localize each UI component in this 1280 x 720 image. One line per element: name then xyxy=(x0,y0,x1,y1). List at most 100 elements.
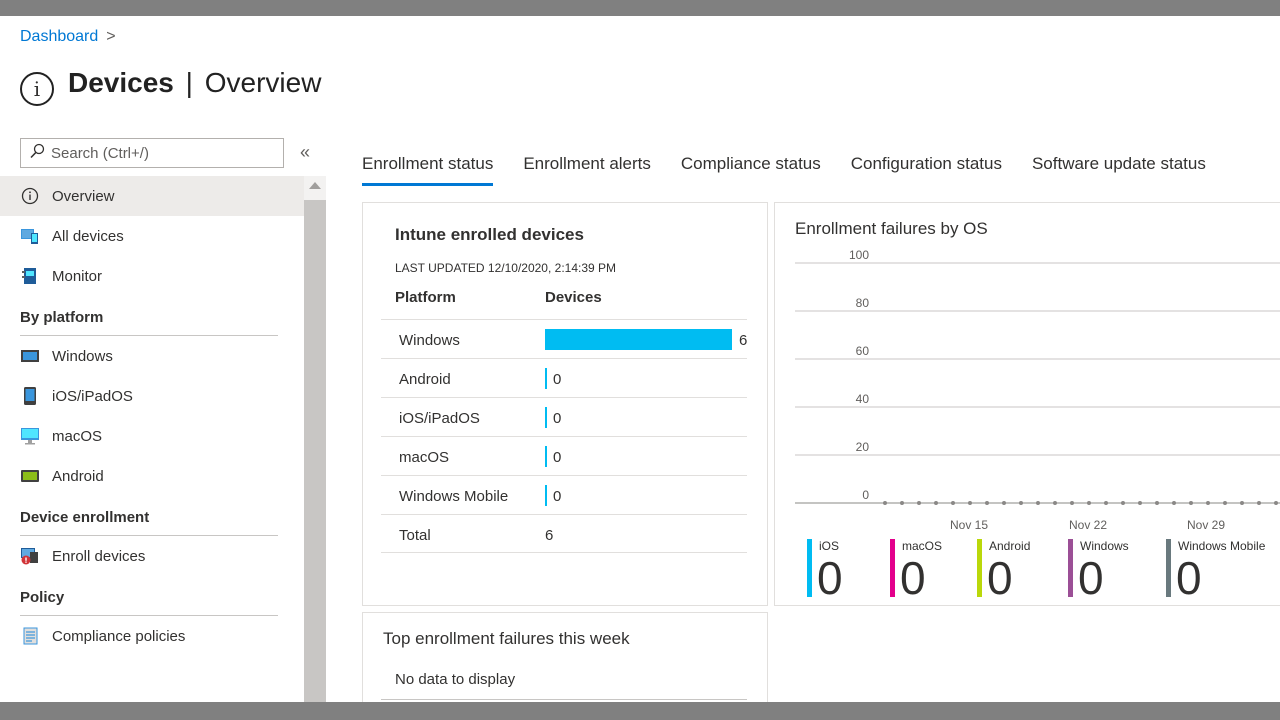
data-point[interactable] xyxy=(1206,501,1210,505)
sidebar-scrollbar-thumb[interactable] xyxy=(304,200,326,702)
monitor-icon xyxy=(20,267,40,285)
data-point[interactable] xyxy=(1189,501,1193,505)
search-input[interactable]: Search (Ctrl+/) xyxy=(20,138,284,168)
data-point[interactable] xyxy=(951,501,955,505)
sidebar-item-android[interactable]: Android xyxy=(0,456,304,496)
legend-series-total: 0 xyxy=(900,552,926,604)
data-point[interactable] xyxy=(1070,501,1074,505)
data-point[interactable] xyxy=(1121,501,1125,505)
page-title-sub: Overview xyxy=(204,67,322,98)
data-point[interactable] xyxy=(1002,501,1006,505)
tab-configuration-status[interactable]: Configuration status xyxy=(851,154,1002,186)
device-count: 0 xyxy=(553,449,562,466)
sidebar-item-macos[interactable]: macOS xyxy=(0,416,304,456)
sidebar-item-windows[interactable]: Windows xyxy=(0,336,304,376)
data-point[interactable] xyxy=(968,501,972,505)
data-point[interactable] xyxy=(1019,501,1023,505)
intune-enrolled-devices-card[interactable]: Intune enrolled devices LAST UPDATED 12/… xyxy=(362,202,768,606)
page-header: i Devices | Overview xyxy=(20,60,321,106)
data-point[interactable] xyxy=(917,501,921,505)
tab-bar: Enrollment status Enrollment alerts Comp… xyxy=(362,154,1206,186)
page-title: Devices | Overview xyxy=(68,67,321,99)
macos-device-icon xyxy=(20,427,40,445)
data-point[interactable] xyxy=(1104,501,1108,505)
table-row-total: Total 6 xyxy=(381,514,747,553)
data-point[interactable] xyxy=(1155,501,1159,505)
section-heading-policy: Policy xyxy=(0,576,304,616)
table-row: macOS 0 xyxy=(381,436,747,475)
divider xyxy=(381,699,747,700)
y-tick-label: 0 xyxy=(862,488,869,502)
sidebar-item-overview[interactable]: Overview xyxy=(0,176,304,216)
ios-device-icon xyxy=(20,387,40,405)
x-tick-label: Nov 29 xyxy=(1187,518,1225,532)
sidebar: Overview All devices Monitor By platform… xyxy=(0,176,304,702)
legend-series-name: Windows Mobile xyxy=(1178,539,1266,553)
device-count: 0 xyxy=(553,488,562,505)
data-point[interactable] xyxy=(934,501,938,505)
sidebar-item-compliance-policies[interactable]: Compliance policies xyxy=(0,616,304,656)
device-count-bar xyxy=(545,368,547,389)
data-point[interactable] xyxy=(1087,501,1091,505)
search-icon xyxy=(29,143,45,163)
device-count: 0 xyxy=(553,410,562,427)
sidebar-item-all-devices[interactable]: All devices xyxy=(0,216,304,256)
total-label: Total xyxy=(399,527,431,544)
legend-color-bar xyxy=(807,539,812,597)
tab-enrollment-alerts[interactable]: Enrollment alerts xyxy=(523,154,651,186)
compliance-policies-icon xyxy=(20,627,40,645)
data-point[interactable] xyxy=(1053,501,1057,505)
sidebar-item-ios[interactable]: iOS/iPadOS xyxy=(0,376,304,416)
no-data-text: No data to display xyxy=(395,671,516,688)
tab-compliance-status[interactable]: Compliance status xyxy=(681,154,821,186)
table-row: Windows 6 xyxy=(381,319,747,358)
android-device-icon xyxy=(20,467,40,485)
last-updated-text: LAST UPDATED 12/10/2020, 2:14:39 PM xyxy=(395,261,617,275)
column-header-platform: Platform xyxy=(395,289,456,306)
data-point[interactable] xyxy=(1223,501,1227,505)
legend-color-bar xyxy=(977,539,982,597)
scroll-up-arrow-icon[interactable] xyxy=(309,182,321,189)
enrollment-failures-chart-card[interactable]: Enrollment failures by OS 0 20 40 60 80 100 No… xyxy=(774,202,1280,606)
y-tick-label: 80 xyxy=(856,296,870,310)
data-point[interactable] xyxy=(1240,501,1244,505)
column-header-devices: Devices xyxy=(545,289,602,306)
platform-name: macOS xyxy=(399,449,450,466)
y-tick-label: 40 xyxy=(856,392,870,406)
legend-color-bar xyxy=(1166,539,1171,597)
data-point[interactable] xyxy=(883,501,887,505)
device-count: 0 xyxy=(553,371,562,388)
sidebar-item-label: Monitor xyxy=(52,267,103,285)
device-count-bar xyxy=(545,446,547,467)
device-count-bar xyxy=(545,329,732,350)
collapse-sidebar-icon[interactable]: « xyxy=(300,142,310,163)
data-point[interactable] xyxy=(1172,501,1176,505)
search-placeholder: Search (Ctrl+/) xyxy=(51,144,149,162)
page: Dashboard > i Devices | Overview Search … xyxy=(0,16,1280,702)
card-title: Top enrollment failures this week xyxy=(383,629,630,648)
data-point[interactable] xyxy=(1274,501,1278,505)
sidebar-item-enroll-devices[interactable]: Enroll devices xyxy=(0,536,304,576)
tab-software-update-status[interactable]: Software update status xyxy=(1032,154,1206,186)
enroll-devices-icon xyxy=(20,547,40,565)
legend-color-bar xyxy=(1068,539,1073,597)
legend-series-name: macOS xyxy=(902,539,943,553)
tab-enrollment-status[interactable]: Enrollment status xyxy=(362,154,494,186)
data-point[interactable] xyxy=(1257,501,1261,505)
total-value: 6 xyxy=(545,527,554,544)
all-devices-icon xyxy=(20,227,40,245)
sidebar-item-monitor[interactable]: Monitor xyxy=(0,256,304,296)
data-point[interactable] xyxy=(1138,501,1142,505)
table-row: Android 0 xyxy=(381,358,747,397)
data-point[interactable] xyxy=(985,501,989,505)
top-enrollment-failures-card[interactable]: Top enrollment failures this week No dat… xyxy=(362,612,768,702)
data-point[interactable] xyxy=(1036,501,1040,505)
legend-series-total: 0 xyxy=(817,552,843,604)
data-point[interactable] xyxy=(900,501,904,505)
breadcrumb: Dashboard > xyxy=(20,28,116,46)
legend-series-total: 0 xyxy=(987,552,1013,604)
section-heading-by-platform: By platform xyxy=(0,296,304,336)
info-icon: i xyxy=(20,72,54,106)
legend-series-name: Android xyxy=(989,539,1031,553)
breadcrumb-dashboard-link[interactable]: Dashboard xyxy=(20,28,98,46)
